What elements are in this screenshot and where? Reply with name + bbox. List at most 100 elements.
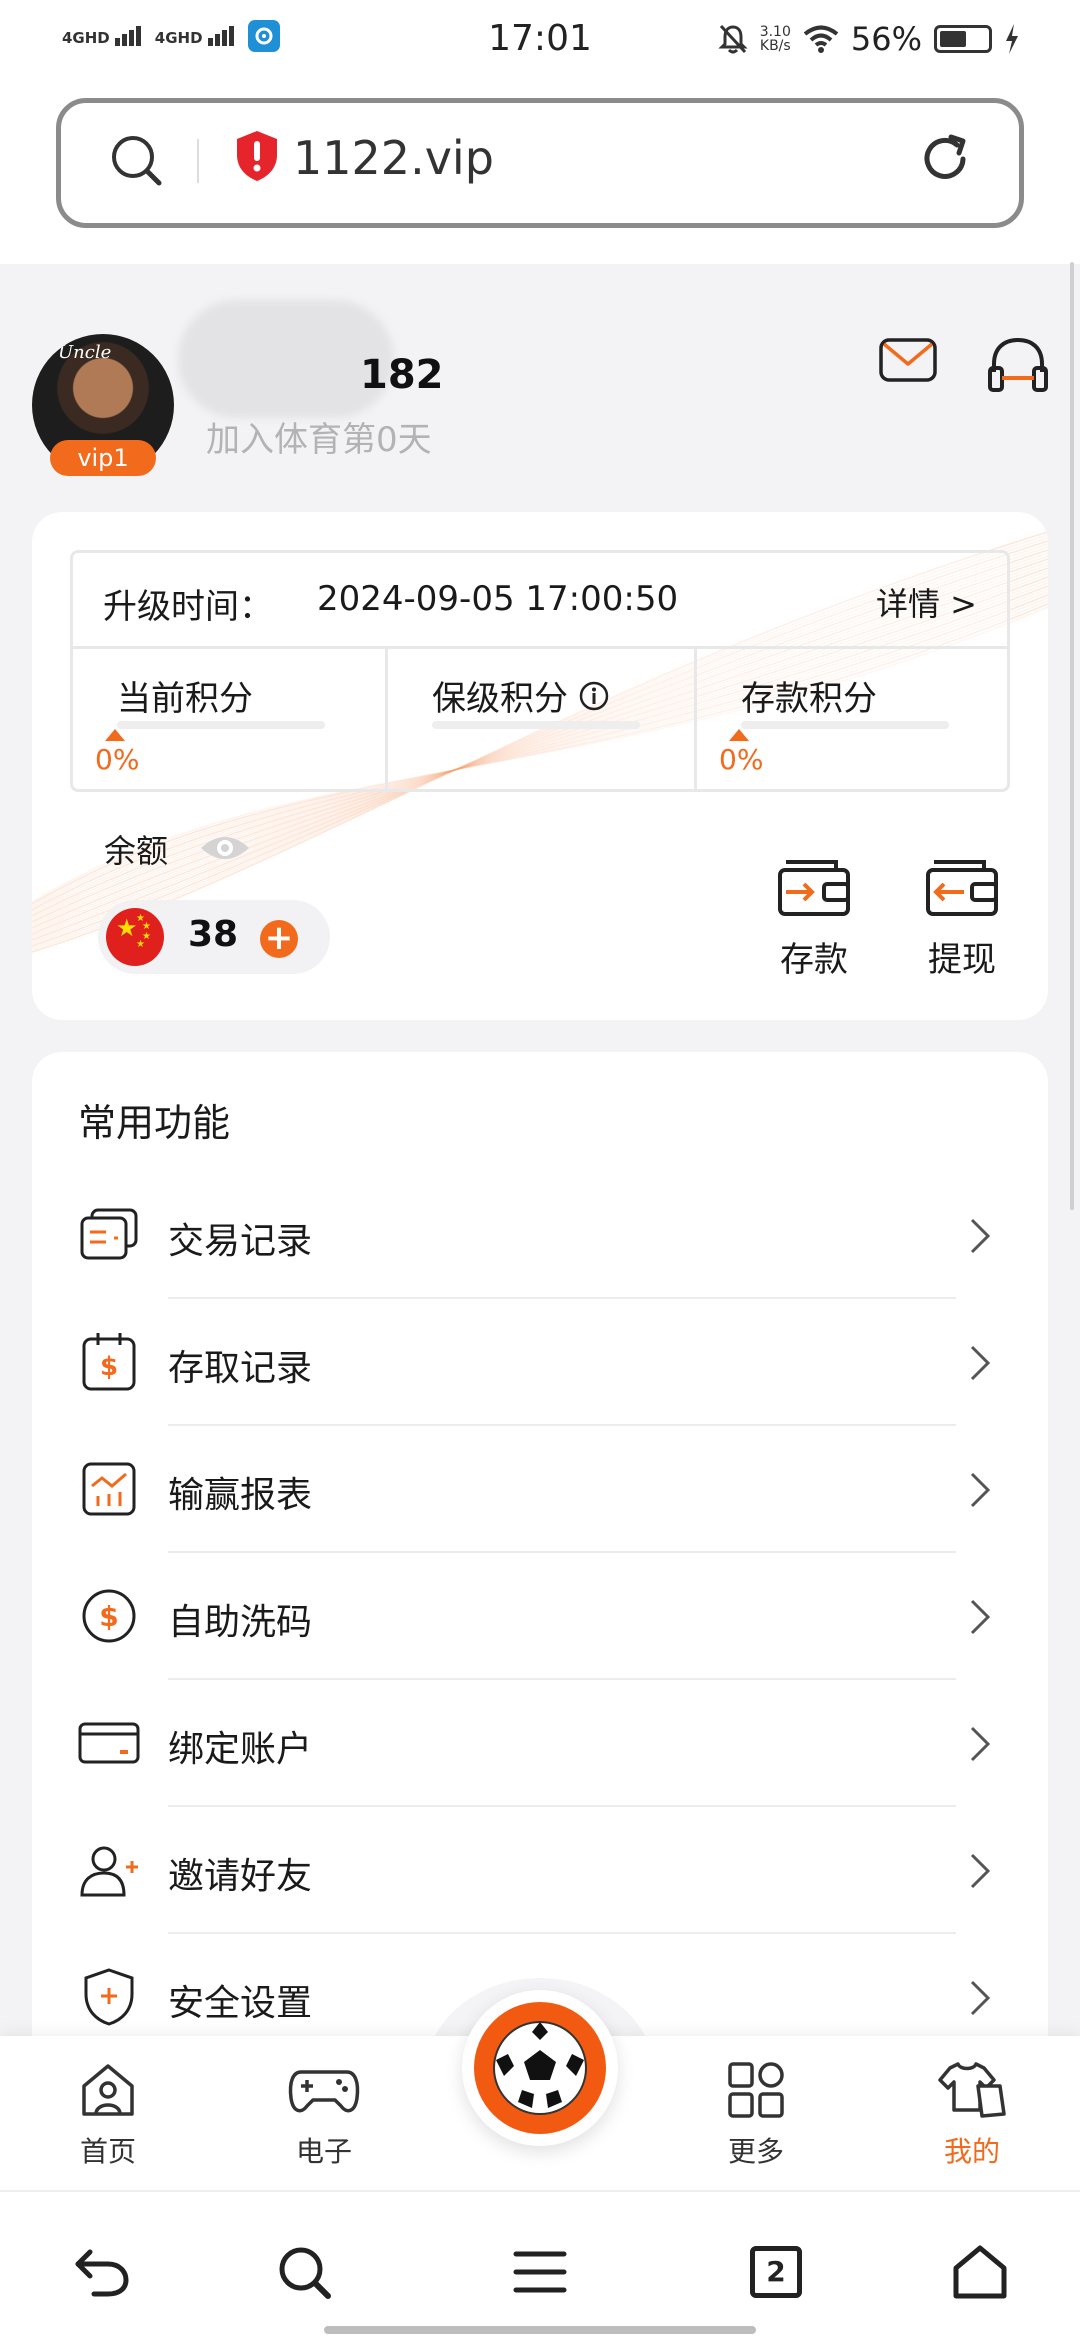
retention-points-title: 保级积分 bbox=[432, 671, 610, 720]
withdraw-wallet-icon bbox=[926, 860, 998, 916]
tabs-button[interactable]: 2 bbox=[736, 2232, 816, 2312]
details-link[interactable]: 详情 > bbox=[876, 579, 977, 625]
info-icon[interactable] bbox=[578, 680, 610, 712]
chevron-right-icon bbox=[970, 1345, 991, 1381]
soccer-ball-icon bbox=[493, 2021, 587, 2115]
battery-icon bbox=[934, 25, 992, 53]
tab-count: 2 bbox=[750, 2246, 802, 2298]
menu-item-invite-friends[interactable]: 邀请好友 bbox=[32, 1807, 1048, 1934]
security-warning-icon[interactable] bbox=[233, 129, 281, 183]
chevron-right-icon bbox=[970, 1599, 991, 1635]
deposit-points-progress bbox=[741, 721, 949, 729]
join-days-text: 加入体育第0天 bbox=[206, 420, 432, 460]
deposit-points-title: 存款积分 bbox=[741, 679, 877, 719]
withdraw-button[interactable]: 提现 bbox=[902, 856, 1022, 981]
progress-marker-icon bbox=[105, 729, 125, 741]
soccer-center-button[interactable] bbox=[462, 1990, 618, 2146]
back-arrow-icon bbox=[75, 2249, 129, 2297]
page-scrollbar[interactable] bbox=[1070, 262, 1074, 1210]
menu-item-label: 安全设置 bbox=[168, 1983, 313, 2024]
vip-level-badge: vip1 bbox=[50, 440, 156, 476]
battery-percent: 56% bbox=[850, 20, 922, 58]
chevron-right-icon bbox=[970, 1472, 991, 1508]
add-funds-button[interactable]: + bbox=[260, 920, 298, 958]
nav-home-label: 首页 bbox=[79, 2135, 136, 2168]
nav-home[interactable]: 首页 bbox=[38, 2058, 178, 2170]
shield-icon bbox=[84, 1968, 134, 2026]
transaction-icon bbox=[80, 1208, 138, 1260]
menu-button[interactable] bbox=[500, 2232, 580, 2312]
rebate-icon: $ bbox=[82, 1589, 136, 1643]
nav-electronic[interactable]: 电子 bbox=[254, 2058, 394, 2170]
nav-electronic-label: 电子 bbox=[295, 2135, 352, 2168]
current-points-percent: 0% bbox=[95, 743, 140, 776]
balance-pill: ★ ★ ★ ★ ★ 38 + bbox=[98, 900, 330, 974]
svg-text:$: $ bbox=[99, 1600, 118, 1633]
deposit-label: 存款 bbox=[780, 940, 848, 980]
eye-icon[interactable] bbox=[198, 830, 252, 866]
wifi-icon bbox=[803, 25, 839, 53]
menu-item-transactions[interactable]: 交易记录 bbox=[32, 1172, 1048, 1299]
address-bar[interactable]: 1122.vip bbox=[56, 98, 1024, 228]
deposit-button[interactable]: 存款 bbox=[754, 856, 874, 981]
menu-item-label: 存取记录 bbox=[168, 1348, 313, 1389]
mail-icon[interactable] bbox=[878, 336, 938, 386]
current-points-cell: 当前积分 0% bbox=[73, 649, 385, 789]
home-indicator[interactable] bbox=[324, 2326, 756, 2334]
current-points-progress bbox=[117, 721, 325, 729]
upgrade-time-label: 升级时间： bbox=[103, 587, 273, 627]
home-icon bbox=[82, 2064, 134, 2116]
hamburger-menu-icon bbox=[513, 2251, 567, 2293]
chevron-right-icon bbox=[970, 1726, 991, 1762]
chevron-right-icon bbox=[970, 1980, 991, 2016]
browser-toolbar: 1122.vip bbox=[0, 84, 1080, 264]
username: 182 bbox=[360, 352, 444, 398]
vip-upgrade-panel: 升级时间： 2024-09-05 17:00:50 详情 > 当前积分 0% 保… bbox=[70, 550, 1010, 792]
chevron-right-icon bbox=[970, 1218, 991, 1254]
gamepad-icon bbox=[288, 2070, 360, 2113]
nav-more-label: 更多 bbox=[727, 2135, 784, 2168]
upgrade-time-row: 升级时间： 2024-09-05 17:00:50 详情 > bbox=[73, 553, 1007, 649]
balance-label: 余额 bbox=[104, 832, 169, 870]
current-points-title: 当前积分 bbox=[117, 679, 253, 719]
retention-points-cell: 保级积分 bbox=[385, 649, 697, 789]
vip-card: 升级时间： 2024-09-05 17:00:50 详情 > 当前积分 0% 保… bbox=[32, 512, 1048, 1020]
home-icon bbox=[953, 2245, 1007, 2299]
network-speed: 3.10 KB/s bbox=[759, 24, 791, 54]
nav-mine-label: 我的 bbox=[943, 2135, 1000, 2168]
menu-item-label: 邀请好友 bbox=[168, 1856, 313, 1897]
menu-item-label: 输赢报表 bbox=[168, 1475, 313, 1516]
mute-bell-icon bbox=[718, 24, 748, 54]
nav-more[interactable]: 更多 bbox=[686, 2058, 826, 2170]
menu-item-win-loss-report[interactable]: 输赢报表 bbox=[32, 1426, 1048, 1553]
common-functions-card: 常用功能 交易记录 $ 存取记录 输赢报表 $ 自助洗码 绑定账户 邀请好友 安… bbox=[32, 1052, 1048, 2112]
avatar-signature-graphic: Uncle bbox=[58, 342, 112, 363]
progress-marker-icon bbox=[729, 729, 749, 741]
chevron-right-icon bbox=[970, 1853, 991, 1889]
url-text[interactable]: 1122.vip bbox=[293, 131, 494, 185]
deposit-wallet-icon bbox=[778, 860, 850, 916]
back-button[interactable] bbox=[62, 2232, 142, 2312]
retention-points-progress bbox=[432, 721, 640, 729]
customer-service-icon[interactable] bbox=[986, 334, 1050, 394]
menu-item-deposit-records[interactable]: $ 存取记录 bbox=[32, 1299, 1048, 1426]
balance-amount: 38 bbox=[188, 914, 239, 955]
search-icon[interactable] bbox=[109, 133, 163, 187]
browser-bottom-bar: 2 bbox=[0, 2190, 1080, 2340]
deposit-record-icon: $ bbox=[82, 1333, 136, 1391]
report-icon bbox=[82, 1462, 136, 1516]
upgrade-time-value: 2024-09-05 17:00:50 bbox=[317, 579, 679, 619]
invite-icon bbox=[80, 1846, 138, 1897]
browser-home-button[interactable] bbox=[940, 2232, 1020, 2312]
nav-mine[interactable]: 我的 bbox=[902, 2058, 1042, 2170]
menu-item-label: 自助洗码 bbox=[168, 1602, 313, 1643]
menu-item-label: 交易记录 bbox=[168, 1221, 313, 1262]
reload-icon[interactable] bbox=[917, 131, 973, 187]
card-icon bbox=[78, 1722, 140, 1764]
menu-item-self-rebate[interactable]: $ 自助洗码 bbox=[32, 1553, 1048, 1680]
browser-search-button[interactable] bbox=[264, 2232, 344, 2312]
withdraw-label: 提现 bbox=[928, 940, 996, 980]
menu-item-bind-account[interactable]: 绑定账户 bbox=[32, 1680, 1048, 1807]
status-bar: 4GHD 4GHD 17:01 3.10 KB/s 56% bbox=[0, 0, 1080, 84]
deposit-points-cell: 存款积分 0% bbox=[697, 649, 1009, 789]
